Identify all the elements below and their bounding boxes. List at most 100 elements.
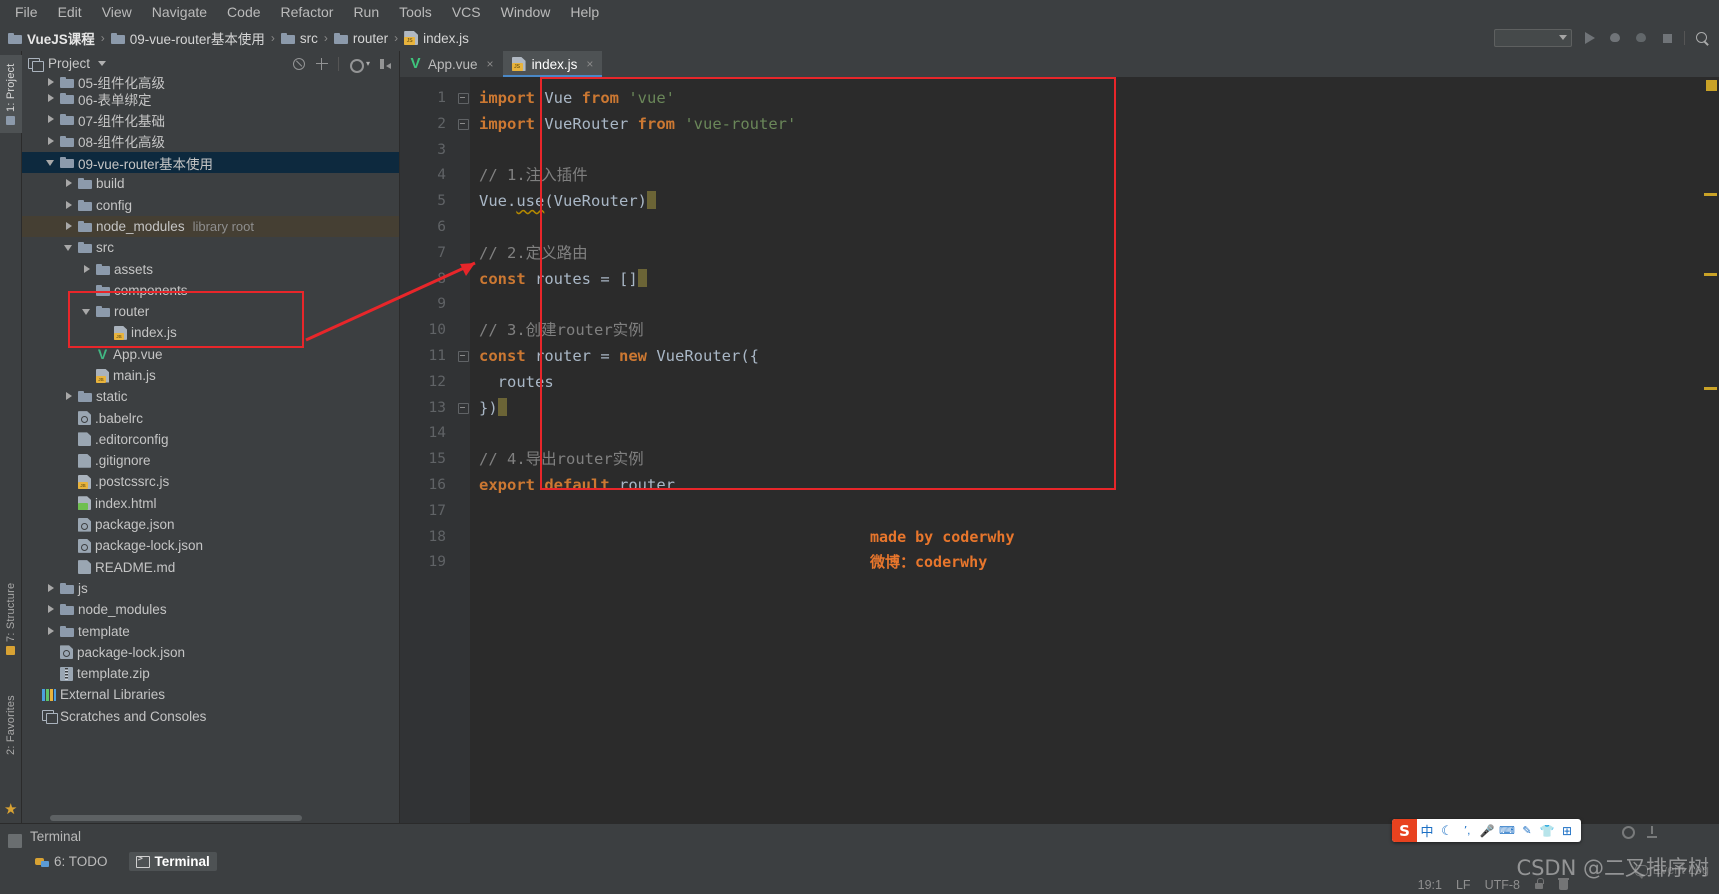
marker-warning[interactable] — [1706, 80, 1717, 91]
tree-node[interactable]: template — [22, 620, 399, 641]
chevron-right-icon[interactable] — [46, 626, 57, 637]
ime-voice-icon[interactable]: 🎤 — [1477, 824, 1497, 838]
gear-icon[interactable] — [1622, 826, 1635, 839]
ime-keyboard-icon[interactable]: ⌨ — [1497, 824, 1517, 837]
code-editor[interactable]: made by coderwhy 微博：coderwhy import Vue … — [470, 77, 1703, 823]
tree-node[interactable]: JS main.js — [22, 365, 399, 386]
menu-item-tools[interactable]: Tools — [390, 0, 441, 24]
breadcrumb-item-module[interactable]: 09-vue-router基本使用 — [110, 28, 265, 48]
ime-toolbox-icon[interactable]: ⊞ — [1557, 824, 1577, 838]
marker-warning[interactable] — [1704, 193, 1717, 196]
sogou-logo-icon[interactable]: S — [1392, 819, 1417, 842]
menu-item-edit[interactable]: Edit — [49, 0, 91, 24]
download-icon[interactable] — [1645, 826, 1659, 839]
chevron-right-icon[interactable] — [82, 264, 93, 275]
chevron-down-icon[interactable] — [64, 242, 75, 253]
collapse-all-icon[interactable] — [292, 57, 306, 71]
tree-node[interactable]: JS .postcssrc.js — [22, 471, 399, 492]
code-folding-column[interactable] — [456, 77, 470, 823]
run-configuration-selector[interactable] — [1494, 29, 1572, 47]
chevron-right-icon[interactable] — [46, 114, 57, 125]
tree-node[interactable]: assets — [22, 258, 399, 279]
tree-node[interactable]: router — [22, 301, 399, 322]
tree-node[interactable]: package.json — [22, 514, 399, 535]
chevron-right-icon[interactable] — [46, 93, 57, 104]
menu-item-help[interactable]: Help — [561, 0, 608, 24]
menu-item-view[interactable]: View — [93, 0, 141, 24]
tree-node[interactable]: node_modules library root — [22, 215, 399, 238]
chevron-right-icon[interactable] — [64, 391, 75, 402]
tree-node[interactable]: README.md — [22, 557, 399, 578]
tree-node[interactable]: 08-组件化高级 — [22, 131, 399, 152]
close-icon[interactable]: × — [586, 57, 593, 71]
star-icon[interactable]: ★ — [4, 802, 17, 817]
chevron-right-icon[interactable] — [46, 77, 57, 88]
tree-node[interactable]: js — [22, 578, 399, 599]
sidebar-item-favorites[interactable]: 2: Favorites — [0, 679, 22, 771]
error-marker-rail[interactable] — [1703, 77, 1719, 823]
chevron-right-icon[interactable] — [46, 604, 57, 615]
tree-node[interactable]: template.zip — [22, 663, 399, 684]
tree-horizontal-scrollbar[interactable] — [50, 815, 391, 821]
caret-position[interactable]: 19:1 — [1418, 878, 1442, 892]
ime-moon-icon[interactable]: ☾ — [1437, 823, 1457, 839]
breadcrumb-item-router[interactable]: router — [333, 31, 388, 46]
gear-icon[interactable] — [348, 57, 364, 73]
menu-item-window[interactable]: Window — [492, 0, 560, 24]
tool-tab-terminal[interactable]: Terminal — [128, 852, 217, 871]
line-separator-indicator[interactable]: LF — [1456, 878, 1471, 892]
editor-tab-index-js[interactable]: index.js × — [502, 51, 603, 77]
menu-item-file[interactable]: File — [6, 0, 47, 24]
run-button[interactable] — [1580, 29, 1598, 47]
coverage-button[interactable] — [1632, 29, 1650, 47]
tree-node[interactable]: config — [22, 194, 399, 215]
sidebar-item-structure[interactable]: 7: Structure — [0, 571, 22, 667]
tree-node[interactable]: package-lock.json — [22, 535, 399, 556]
close-icon[interactable]: × — [487, 57, 494, 71]
sogou-ime-toolbar[interactable]: S 中 ☾ ՚, 🎤 ⌨ ✎ 👕 ⊞ — [1392, 819, 1581, 842]
chevron-down-icon[interactable] — [82, 306, 93, 317]
breadcrumb-item-src[interactable]: src — [280, 31, 318, 46]
sidebar-item-project[interactable]: 1: Project — [0, 55, 22, 133]
chevron-down-icon[interactable]: ▾ — [366, 59, 370, 68]
expand-icon[interactable] — [315, 57, 329, 71]
tree-node[interactable]: src — [22, 237, 399, 258]
tree-node[interactable]: node_modules — [22, 599, 399, 620]
stop-button[interactable] — [1658, 29, 1676, 47]
editor-tab-app-vue[interactable]: V App.vue × — [400, 51, 503, 77]
tree-node[interactable]: .babelrc — [22, 407, 399, 428]
tree-node[interactable]: 06-表单绑定 — [22, 88, 399, 109]
tree-node[interactable]: Scratches and Consoles — [22, 706, 399, 727]
chevron-right-icon[interactable] — [46, 136, 57, 147]
tree-node[interactable]: static — [22, 386, 399, 407]
ime-chinese-mode-icon[interactable]: 中 — [1417, 821, 1437, 840]
marker-warning[interactable] — [1704, 387, 1717, 390]
hide-window-icon[interactable] — [379, 57, 393, 71]
encoding-indicator[interactable]: UTF-8 — [1485, 878, 1520, 892]
tree-node[interactable]: 05-组件化高级 — [22, 76, 399, 91]
fold-marker[interactable] — [456, 344, 470, 370]
chevron-right-icon[interactable] — [64, 200, 75, 211]
tree-node[interactable]: JS index.js — [22, 322, 399, 343]
breadcrumb-item-project[interactable]: VueJS课程 — [8, 28, 95, 48]
project-file-tree[interactable]: 05-组件化高级 06-表单绑定 07-组件化基础 08-组件化高级 09-vue-ro… — [22, 76, 399, 823]
tree-node[interactable]: index.html — [22, 493, 399, 514]
breadcrumb-item-file[interactable]: index.js — [404, 31, 469, 46]
tree-node[interactable]: components — [22, 280, 399, 301]
chevron-right-icon[interactable] — [64, 221, 75, 232]
ime-punctuation-icon[interactable]: ՚, — [1457, 824, 1477, 837]
chevron-right-icon[interactable] — [46, 583, 57, 594]
fold-marker[interactable] — [456, 86, 470, 112]
marker-warning[interactable] — [1704, 273, 1717, 276]
debug-button[interactable] — [1606, 29, 1624, 47]
search-everywhere-icon[interactable] — [1693, 29, 1711, 47]
menu-item-code[interactable]: Code — [218, 0, 269, 24]
scrollbar-thumb[interactable] — [50, 815, 302, 821]
menu-item-navigate[interactable]: Navigate — [143, 0, 216, 24]
tree-node[interactable]: External Libraries — [22, 684, 399, 705]
tree-node[interactable]: .editorconfig — [22, 429, 399, 450]
tree-node[interactable]: .gitignore — [22, 450, 399, 471]
ime-skin-icon[interactable]: 👕 — [1537, 824, 1557, 838]
ime-handwriting-icon[interactable]: ✎ — [1517, 824, 1537, 837]
fold-marker[interactable] — [456, 396, 470, 422]
